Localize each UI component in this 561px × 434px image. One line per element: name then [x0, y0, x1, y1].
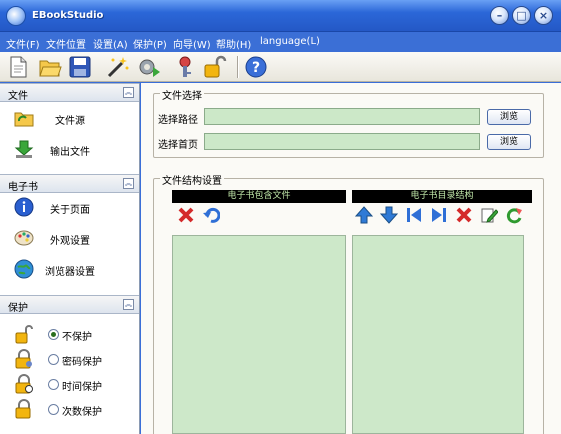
ebook-toc-header: 电子书目录结构: [352, 190, 532, 203]
collapse-icon[interactable]: ︽: [123, 178, 134, 189]
section-file-title: 文件: [8, 91, 28, 102]
new-file-icon[interactable]: [6, 55, 30, 79]
menu-wizard[interactable]: 向导(W): [173, 36, 211, 51]
help-icon[interactable]: ?: [244, 55, 268, 79]
sidebar-item-appearance[interactable]: 外观设置: [0, 225, 139, 253]
menu-protect[interactable]: 保护(P): [133, 36, 167, 51]
main-panel: 文件选择 选择路径 浏览 选择首页 浏览 文件结构设置 电子书包含文件 电子书目…: [141, 83, 561, 434]
refresh-icon[interactable]: [505, 206, 523, 224]
radio-label: 不保护: [62, 332, 92, 343]
ebook-toc-tree[interactable]: [352, 235, 524, 434]
magic-wand-icon[interactable]: [106, 55, 130, 79]
sidebar-item-label: 关于页面: [50, 205, 90, 216]
radio-button[interactable]: [48, 329, 59, 340]
app-icon: [6, 6, 26, 26]
radio-label: 时间保护: [62, 382, 102, 393]
window-title: EBookStudio: [32, 10, 104, 21]
delete-icon[interactable]: [177, 206, 195, 224]
section-file-header[interactable]: 文件 ︽: [0, 83, 139, 102]
sidebar-item-label: 输出文件: [50, 147, 90, 158]
folder-refresh-icon: [14, 112, 34, 127]
toolbar: ?: [0, 52, 561, 82]
section-protect-title: 保护: [8, 303, 28, 314]
browse-home-button[interactable]: 浏览: [487, 134, 531, 150]
unlocked-lock-icon: [15, 325, 33, 344]
palette-icon: [14, 230, 34, 246]
globe-icon: [14, 259, 34, 279]
minimize-button[interactable]: –: [490, 6, 509, 25]
sidebar-item-label: 外观设置: [50, 236, 90, 247]
path-input[interactable]: [204, 108, 480, 125]
lock-user-icon: [15, 349, 32, 369]
radio-label: 密码保护: [62, 357, 102, 368]
menu-file[interactable]: 文件(F): [6, 36, 40, 51]
home-label: 选择首页: [158, 140, 198, 151]
edit-icon[interactable]: [480, 206, 498, 224]
lock-icon[interactable]: [203, 55, 227, 79]
radio-option-password[interactable]: 密码保护: [0, 346, 139, 374]
sidebar-item-label: 文件源: [55, 116, 85, 127]
key-icon[interactable]: [173, 55, 197, 79]
close-button[interactable]: ×: [534, 6, 553, 25]
file-select-title: 文件选择: [160, 87, 204, 102]
menu-language[interactable]: language(L): [260, 36, 320, 47]
maximize-button[interactable]: □: [512, 6, 531, 25]
radio-option-no-protect[interactable]: 不保护: [0, 321, 139, 349]
section-protect-header[interactable]: 保护 ︽: [0, 295, 139, 314]
download-icon: [14, 140, 34, 158]
ebook-files-header: 电子书包含文件: [172, 190, 346, 203]
arrow-down-icon[interactable]: [380, 206, 398, 224]
structure-title: 文件结构设置: [160, 172, 224, 187]
menu-help[interactable]: 帮助(H): [216, 36, 251, 51]
radio-option-time[interactable]: 时间保护: [0, 371, 139, 399]
radio-label: 次数保护: [62, 407, 102, 418]
section-ebook-title: 电子书: [8, 182, 38, 193]
delete-entry-icon[interactable]: [455, 206, 473, 224]
browse-path-button[interactable]: 浏览: [487, 109, 531, 125]
arrow-up-icon[interactable]: [355, 206, 373, 224]
menu-settings[interactable]: 设置(A): [93, 36, 128, 51]
undo-icon[interactable]: [202, 206, 220, 224]
radio-button[interactable]: [48, 404, 59, 415]
sidebar-item-browser-settings[interactable]: 浏览器设置: [0, 256, 139, 284]
radio-option-count[interactable]: 次数保护: [0, 396, 139, 424]
lock-clock-icon: [15, 374, 33, 394]
section-ebook-header[interactable]: 电子书 ︽: [0, 174, 139, 193]
sidebar-item-file-source[interactable]: 文件源: [0, 105, 139, 133]
menu-bar: 文件(F) 文件位置 设置(A) 保护(P) 向导(W) 帮助(H) langu…: [0, 33, 561, 52]
save-icon[interactable]: [68, 55, 92, 79]
open-folder-icon[interactable]: [38, 55, 62, 79]
svg-text:?: ?: [252, 60, 260, 76]
menu-file-location[interactable]: 文件位置: [46, 36, 86, 51]
path-label: 选择路径: [158, 115, 198, 126]
title-bar: EBookStudio – □ ×: [0, 0, 561, 32]
collapse-icon[interactable]: ︽: [123, 87, 134, 98]
radio-button[interactable]: [48, 379, 59, 390]
toolbar-separator: [237, 56, 239, 78]
sidebar-item-output-file[interactable]: 输出文件: [0, 136, 139, 164]
collapse-icon[interactable]: ︽: [123, 299, 134, 310]
gear-play-icon[interactable]: [137, 55, 161, 79]
move-first-icon[interactable]: [405, 206, 423, 224]
move-last-icon[interactable]: [430, 206, 448, 224]
sidebar-item-label: 浏览器设置: [45, 267, 95, 278]
radio-button[interactable]: [48, 354, 59, 365]
sidebar: 文件 ︽ 文件源 输出文件 电子书 ︽ 关于页面 外观设置 浏览器设置 保护 ︽…: [0, 83, 140, 434]
sidebar-item-about-page[interactable]: 关于页面: [0, 194, 139, 222]
home-input[interactable]: [204, 133, 480, 150]
lock-count-icon: [15, 399, 31, 419]
info-icon: [14, 197, 34, 217]
ebook-files-list[interactable]: [172, 235, 346, 434]
